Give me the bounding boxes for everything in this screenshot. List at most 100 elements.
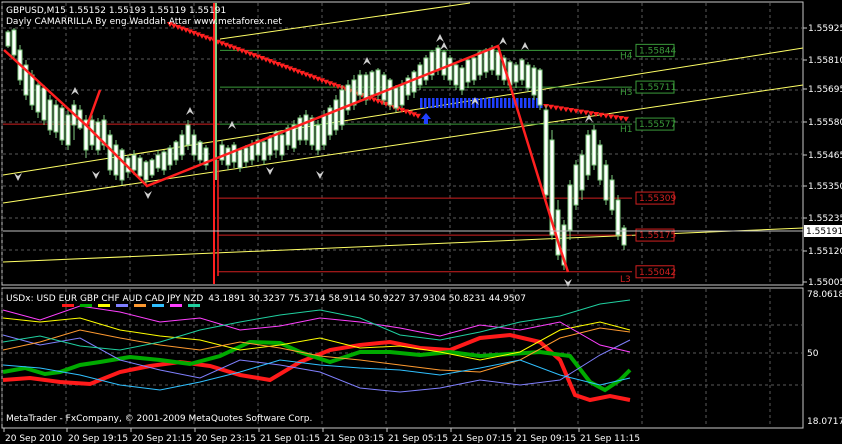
candle-body bbox=[543, 109, 549, 196]
chart-window[interactable]: 1.55844 H4 1.55711 H3 1.55577 H1 1.55309 1.5517… bbox=[0, 0, 842, 444]
candle-body bbox=[417, 64, 423, 86]
time-axis-label: 21 Sep 01:15 bbox=[260, 434, 320, 444]
candle-body bbox=[471, 57, 477, 81]
time-axis-label: 20 Sep 2010 bbox=[5, 434, 62, 444]
candle-body bbox=[237, 149, 243, 169]
candle-body bbox=[615, 199, 621, 236]
time-axis-label: 21 Sep 09:15 bbox=[516, 434, 576, 444]
candle-body bbox=[249, 144, 255, 161]
candle-body bbox=[423, 57, 429, 81]
candle-body bbox=[35, 84, 41, 113]
candle-body bbox=[119, 149, 125, 181]
blue-bar-icon bbox=[468, 98, 471, 108]
blue-bar-icon bbox=[520, 98, 523, 108]
candle-body bbox=[489, 47, 495, 71]
candle-body bbox=[567, 184, 573, 231]
price-axis-label: 1.55810 bbox=[808, 56, 842, 66]
currency-name: JPY bbox=[166, 294, 183, 304]
price-axis-label: 1.55005 bbox=[808, 278, 842, 288]
candle-body bbox=[179, 134, 185, 156]
candle-body bbox=[519, 59, 525, 81]
candle-body bbox=[29, 74, 35, 106]
candle-body bbox=[11, 29, 17, 56]
blue-bar-icon bbox=[484, 98, 487, 108]
candle-body bbox=[351, 79, 357, 106]
level-value-H1: 1.55577 bbox=[639, 120, 676, 130]
currency-name: NZD bbox=[184, 294, 207, 304]
candle-body bbox=[525, 64, 531, 89]
blue-bar-icon bbox=[448, 98, 451, 108]
candle-body bbox=[267, 137, 273, 156]
blue-bar-icon bbox=[460, 98, 463, 108]
candle-body bbox=[483, 49, 489, 73]
level-tag-L3: L3 bbox=[620, 275, 631, 285]
candle-body bbox=[143, 161, 149, 181]
candle-body bbox=[411, 71, 417, 93]
blue-bar-icon bbox=[452, 98, 455, 108]
candle-body bbox=[531, 67, 537, 96]
currency-values: 43.1891 30.3237 75.3714 58.9114 50.9227 … bbox=[208, 294, 526, 304]
blue-bar-icon bbox=[504, 98, 507, 108]
candle-body bbox=[53, 104, 59, 133]
level-value-H3: 1.55711 bbox=[639, 83, 676, 93]
time-axis-label: 20 Sep 21:15 bbox=[132, 434, 192, 444]
price-axis-label: 1.55235 bbox=[808, 214, 842, 224]
blue-bar-icon bbox=[500, 98, 503, 108]
blue-bar-icon bbox=[432, 98, 435, 108]
candle-body bbox=[47, 99, 53, 131]
symbol-line: GBPUSD,M15 1.55152 1.55193 1.55119 1.551… bbox=[6, 6, 226, 16]
candle-body bbox=[477, 51, 483, 76]
copyright-text: MetaTrader - FxCompany, © 2001-2009 Meta… bbox=[6, 414, 312, 424]
candle-body bbox=[393, 87, 399, 109]
legend-swatch bbox=[170, 304, 182, 307]
current-price-box: 1.55191 bbox=[804, 225, 842, 237]
indicator-label: USDx: USD EUR GBP CHF AUD CAD JPY NZD 43… bbox=[6, 294, 526, 304]
candle-body bbox=[357, 74, 363, 96]
candle-body bbox=[453, 64, 459, 86]
time-axis-label: 20 Sep 23:15 bbox=[196, 434, 256, 444]
candle-body bbox=[369, 71, 375, 96]
candle-body bbox=[447, 57, 453, 81]
candle-body bbox=[579, 154, 585, 191]
candle-body bbox=[585, 134, 591, 176]
currency-name: CAD bbox=[145, 294, 167, 304]
indicator-name: USDx bbox=[6, 294, 31, 304]
legend-swatch bbox=[152, 304, 164, 307]
level-value-L1: 1.55309 bbox=[639, 194, 676, 204]
candle-body bbox=[155, 154, 161, 169]
candle-body bbox=[231, 144, 237, 163]
candle-body bbox=[495, 51, 501, 76]
blue-bar-icon bbox=[508, 98, 511, 108]
time-axis-label: 21 Sep 05:15 bbox=[388, 434, 448, 444]
candle-body bbox=[603, 164, 609, 201]
indicator-axis-min: 18.0717 bbox=[807, 417, 842, 427]
legend-swatch bbox=[134, 304, 146, 307]
candle-body bbox=[131, 154, 137, 171]
currency-name: GBP bbox=[80, 294, 101, 304]
level-value-L2: 1.55175 bbox=[639, 231, 676, 241]
indicator-axis-max: 78.0618 bbox=[807, 290, 842, 300]
candle-body bbox=[573, 164, 579, 206]
blue-bar-icon bbox=[428, 98, 431, 108]
candle-body bbox=[441, 51, 447, 76]
candle-body bbox=[149, 159, 155, 176]
legend-swatch bbox=[188, 304, 200, 307]
candle-body bbox=[609, 179, 615, 211]
candle-body bbox=[59, 107, 65, 141]
currency-name: EUR bbox=[59, 294, 80, 304]
price-axis-label: 1.55925 bbox=[808, 24, 842, 34]
legend-swatch bbox=[98, 304, 110, 307]
candle-body bbox=[537, 69, 543, 106]
candle-body bbox=[513, 64, 519, 83]
candle-body bbox=[459, 67, 465, 91]
candle-body bbox=[65, 114, 71, 146]
candle-body bbox=[381, 74, 387, 101]
price-axis[interactable]: 1.55925 1.55810 1.55695 1.55580 1.55465 1.553… bbox=[803, 24, 842, 288]
currency-name: AUD bbox=[122, 294, 145, 304]
level-tag-H3: H3 bbox=[620, 88, 633, 98]
currency-name: CHF bbox=[101, 294, 122, 304]
currency-legend: USD EUR GBP CHF AUD CAD JPY NZD bbox=[36, 294, 206, 304]
price-axis-label: 1.55465 bbox=[808, 151, 842, 161]
candle-body bbox=[173, 141, 179, 161]
candle-body bbox=[161, 151, 167, 171]
